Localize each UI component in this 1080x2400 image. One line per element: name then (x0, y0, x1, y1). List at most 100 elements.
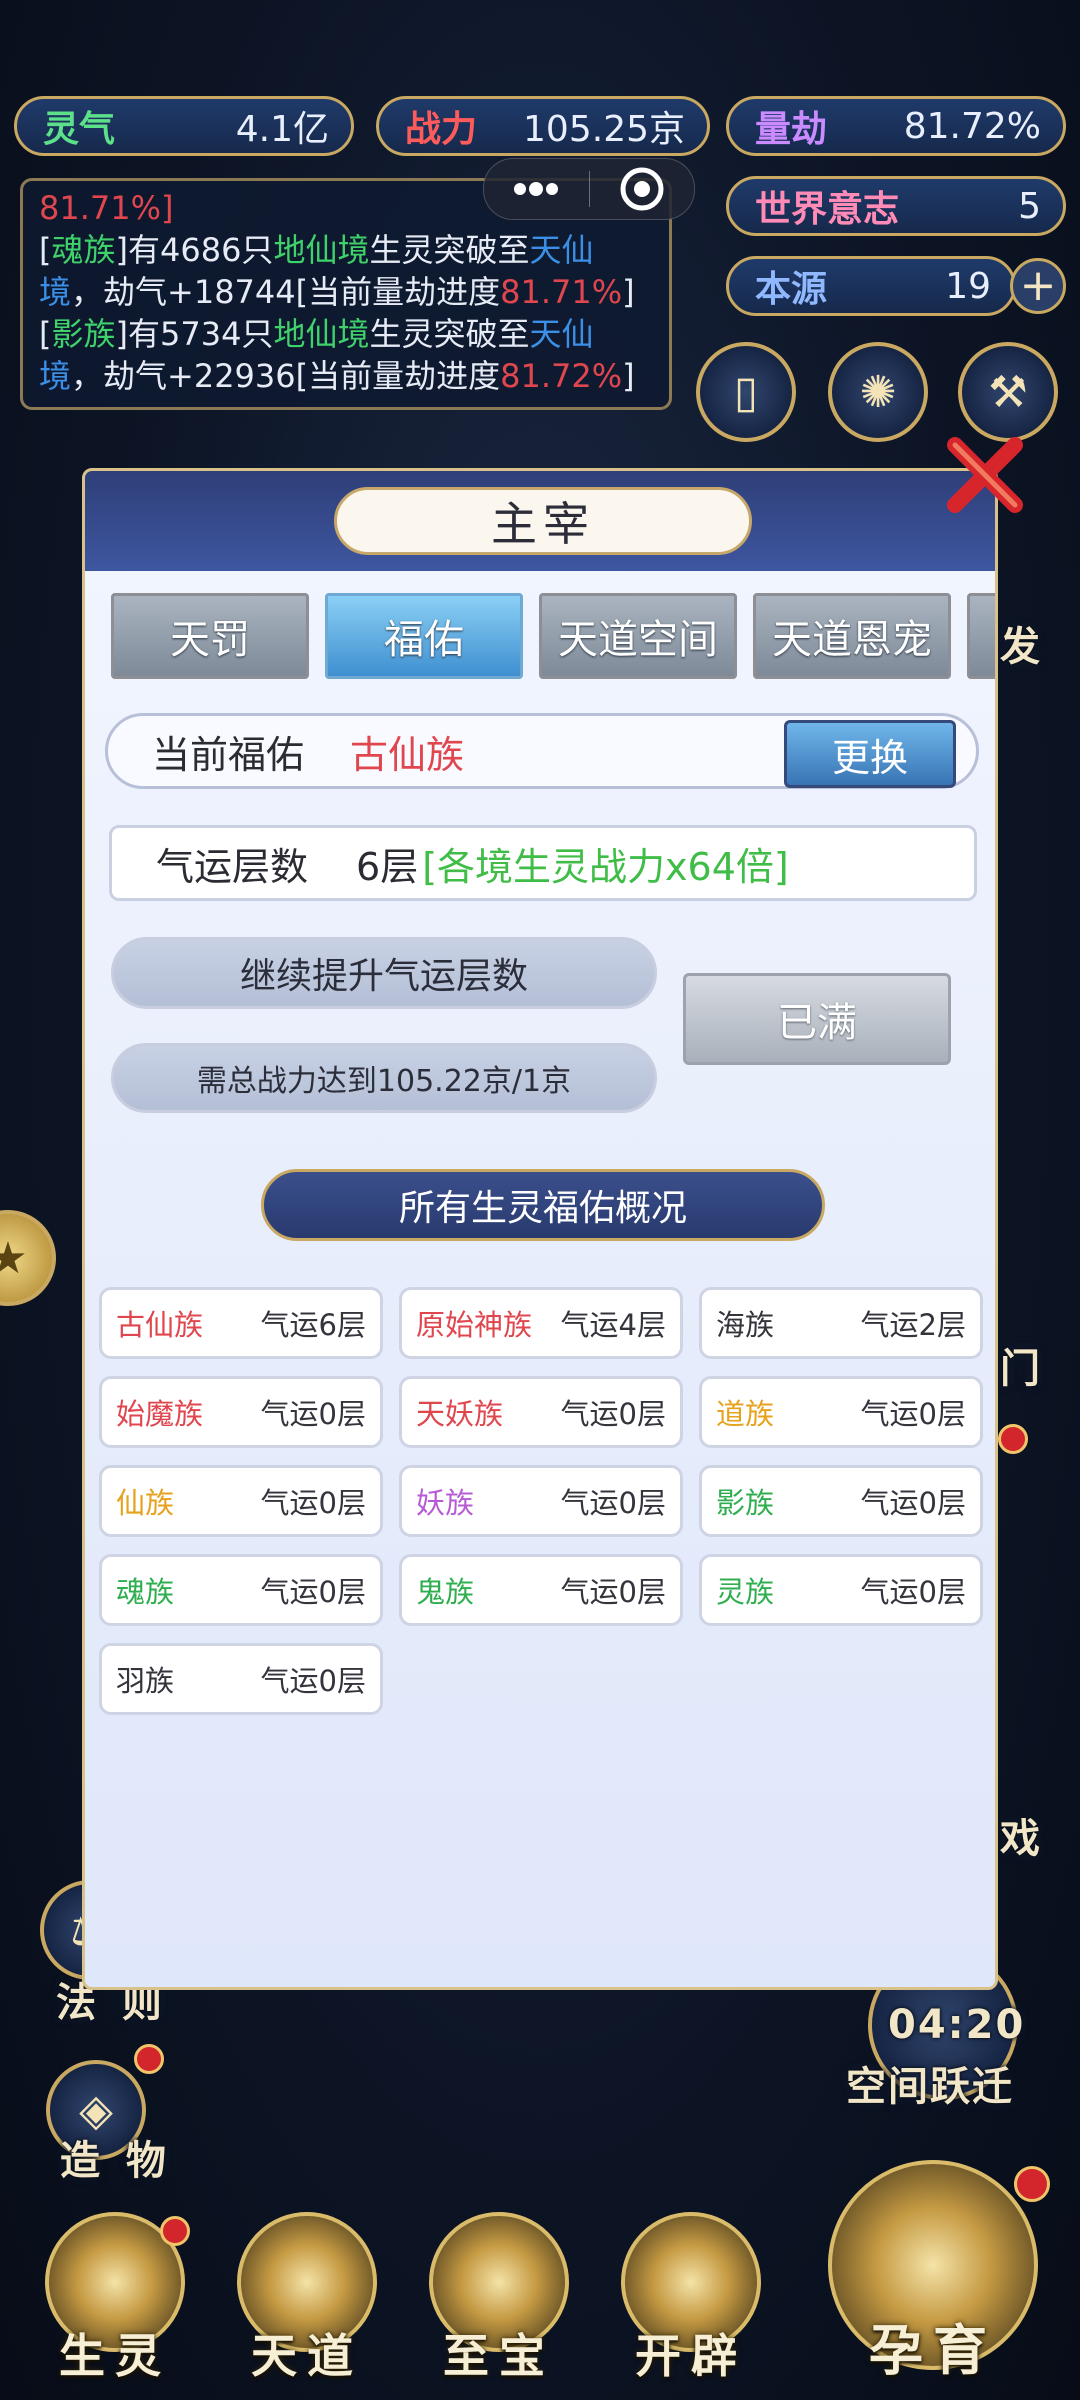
space-jump-label: 空间跃迁 (846, 2064, 1014, 2110)
liangjie-value: 81.72% (903, 105, 1041, 147)
fortune-level-value: 6层 (356, 844, 419, 889)
nav-tiandao-label: 天道 (251, 2329, 363, 2383)
fortune-bonus: [各境生灵战力x64倍] (422, 844, 789, 889)
nav-tiandao-button[interactable]: 天道 (222, 2212, 392, 2383)
vortex-icon[interactable]: ✺ (828, 342, 928, 442)
log-entry-1: [魂族]有4686只地仙境生灵突破至天仙境，劫气+18744[当前量劫进度81.… (39, 231, 635, 311)
tab-tiandao-space[interactable]: 天道空间 (539, 593, 737, 679)
race-fortune-level: 气运0层 (260, 1486, 366, 1520)
race-blessing-item[interactable]: 影族 气运0层 (699, 1465, 983, 1537)
fortune-level-row: 气运层数 6层 [各境生灵战力x64倍] (109, 825, 977, 901)
log-entry-2: [影族]有5734只地仙境生灵突破至天仙境，劫气+22936[当前量劫进度81.… (39, 315, 635, 395)
race-name: 灵族 (716, 1575, 775, 1609)
miniprogram-capsule (483, 158, 695, 220)
race-fortune-level: 气运0层 (560, 1486, 666, 1520)
resource-shijie[interactable]: 世界意志 5 (726, 176, 1066, 236)
creation-label: 造 物 (60, 2138, 172, 2184)
target-icon (620, 167, 664, 211)
zhanli-label: 战力 (405, 109, 478, 150)
race-fortune-level: 气运0层 (860, 1575, 966, 1609)
yunyu-notification-dot (1014, 2166, 1050, 2202)
tab-tiandao-favor[interactable]: 天道恩宠 (753, 593, 951, 679)
race-fortune-level: 气运2层 (860, 1308, 966, 1342)
right-notification-dot (998, 1424, 1028, 1454)
race-name: 妖族 (416, 1486, 475, 1520)
race-name: 羽族 (116, 1664, 175, 1698)
nav-kaipi-button[interactable]: 开辟 (606, 2212, 776, 2383)
zhanli-value: 105.25京 (523, 109, 685, 150)
add-benyuan-button[interactable]: + (1010, 258, 1066, 314)
more-menu-button[interactable] (484, 159, 589, 219)
race-blessing-item[interactable]: 仙族 气运0层 (99, 1465, 383, 1537)
nav-kaipi-label: 开辟 (635, 2329, 747, 2383)
right-peek-label-3: 戏 (1000, 1816, 1046, 1862)
nav-yunyu-button[interactable]: 孕育 (818, 2150, 1050, 2382)
race-name: 魂族 (116, 1575, 175, 1609)
resource-benyuan[interactable]: 本源 19 (726, 256, 1016, 316)
shengling-notification-dot (160, 2216, 190, 2246)
race-name: 道族 (716, 1397, 775, 1431)
race-name: 海族 (716, 1308, 775, 1342)
scroll-icon[interactable]: ▯ (696, 342, 796, 442)
current-blessing-value: 古仙族 (350, 732, 465, 777)
benyuan-label: 本源 (755, 269, 828, 310)
race-fortune-level: 气运0层 (560, 1575, 666, 1609)
race-blessing-item[interactable]: 羽族 气运0层 (99, 1643, 383, 1715)
race-blessing-item[interactable]: 灵族 气运0层 (699, 1554, 983, 1626)
close-icon (947, 437, 1023, 513)
race-name: 鬼族 (416, 1575, 475, 1609)
upgrade-fortune-label: 继续提升气运层数 (111, 937, 657, 1009)
close-button[interactable] (940, 430, 1030, 520)
fortune-requirement: 需总战力达到105.22京/1京 (111, 1043, 657, 1113)
race-fortune-level: 气运0层 (260, 1397, 366, 1431)
race-blessing-item[interactable]: 道族 气运0层 (699, 1376, 983, 1448)
race-name: 始魔族 (116, 1397, 204, 1431)
nav-shengling-label: 生灵 (59, 2329, 171, 2383)
space-jump-timer: 04:20 (888, 2002, 1026, 2048)
nav-yunyu-label: 孕育 (869, 2319, 997, 2382)
section-title: 所有生灵福佑概况 (261, 1169, 825, 1241)
race-name: 天妖族 (416, 1397, 504, 1431)
race-name: 仙族 (116, 1486, 175, 1520)
race-blessing-item[interactable]: 始魔族 气运0层 (99, 1376, 383, 1448)
race-blessing-item[interactable]: 魂族 气运0层 (99, 1554, 383, 1626)
more-dots-icon (514, 182, 559, 196)
lingqi-value: 4.1亿 (235, 109, 329, 150)
race-fortune-level: 气运6层 (260, 1308, 366, 1342)
resource-lingqi[interactable]: 灵气 4.1亿 (14, 96, 354, 156)
race-fortune-level: 气运4层 (560, 1308, 666, 1342)
nav-zhibao-button[interactable]: 至宝 (414, 2212, 584, 2383)
race-fortune-level: 气运0层 (860, 1486, 966, 1520)
swap-button[interactable]: 更换 (784, 720, 956, 788)
pentagram-icon[interactable]: ★ (0, 1210, 56, 1306)
shijie-label: 世界意志 (755, 189, 900, 230)
dominion-panel: 主宰 天罚 福佑 天道空间 天道恩宠 当前福佑 古仙族 更换 气运层数 6层 [… (82, 468, 998, 1990)
race-blessing-item[interactable]: 鬼族 气运0层 (399, 1554, 683, 1626)
nav-shengling-button[interactable]: 生灵 (30, 2212, 200, 2383)
creation-notification-dot (134, 2044, 164, 2074)
race-blessing-item[interactable]: 天妖族 气运0层 (399, 1376, 683, 1448)
race-blessing-item[interactable]: 妖族 气运0层 (399, 1465, 683, 1537)
race-name: 原始神族 (416, 1308, 533, 1342)
lingqi-label: 灵气 (43, 109, 116, 150)
nav-zhibao-label: 至宝 (443, 2329, 555, 2383)
right-peek-label-1: 发 (1000, 624, 1046, 670)
right-peek-label-2: 门 (1000, 1346, 1046, 1392)
liangjie-label: 量劫 (755, 109, 828, 150)
current-blessing-label: 当前福佑 (152, 732, 305, 777)
race-blessing-item[interactable]: 海族 气运2层 (699, 1287, 983, 1359)
exit-miniprogram-button[interactable] (590, 159, 695, 219)
hammer-icon[interactable]: ⚒ (958, 342, 1058, 442)
resource-zhanli[interactable]: 战力 105.25京 (376, 96, 710, 156)
race-blessing-item[interactable]: 古仙族 气运6层 (99, 1287, 383, 1359)
full-button[interactable]: 已满 (683, 973, 951, 1065)
tab-tianfa[interactable]: 天罚 (111, 593, 309, 679)
race-fortune-level: 气运0层 (860, 1397, 966, 1431)
shijie-value: 5 (1018, 185, 1041, 227)
race-blessing-item[interactable]: 原始神族 气运4层 (399, 1287, 683, 1359)
current-blessing-bar: 当前福佑 古仙族 更换 (105, 713, 979, 789)
tab-fuyou[interactable]: 福佑 (325, 593, 523, 679)
resource-liangjie[interactable]: 量劫 81.72% (726, 96, 1066, 156)
tab-overflow[interactable] (967, 593, 995, 679)
panel-title: 主宰 (334, 487, 752, 555)
